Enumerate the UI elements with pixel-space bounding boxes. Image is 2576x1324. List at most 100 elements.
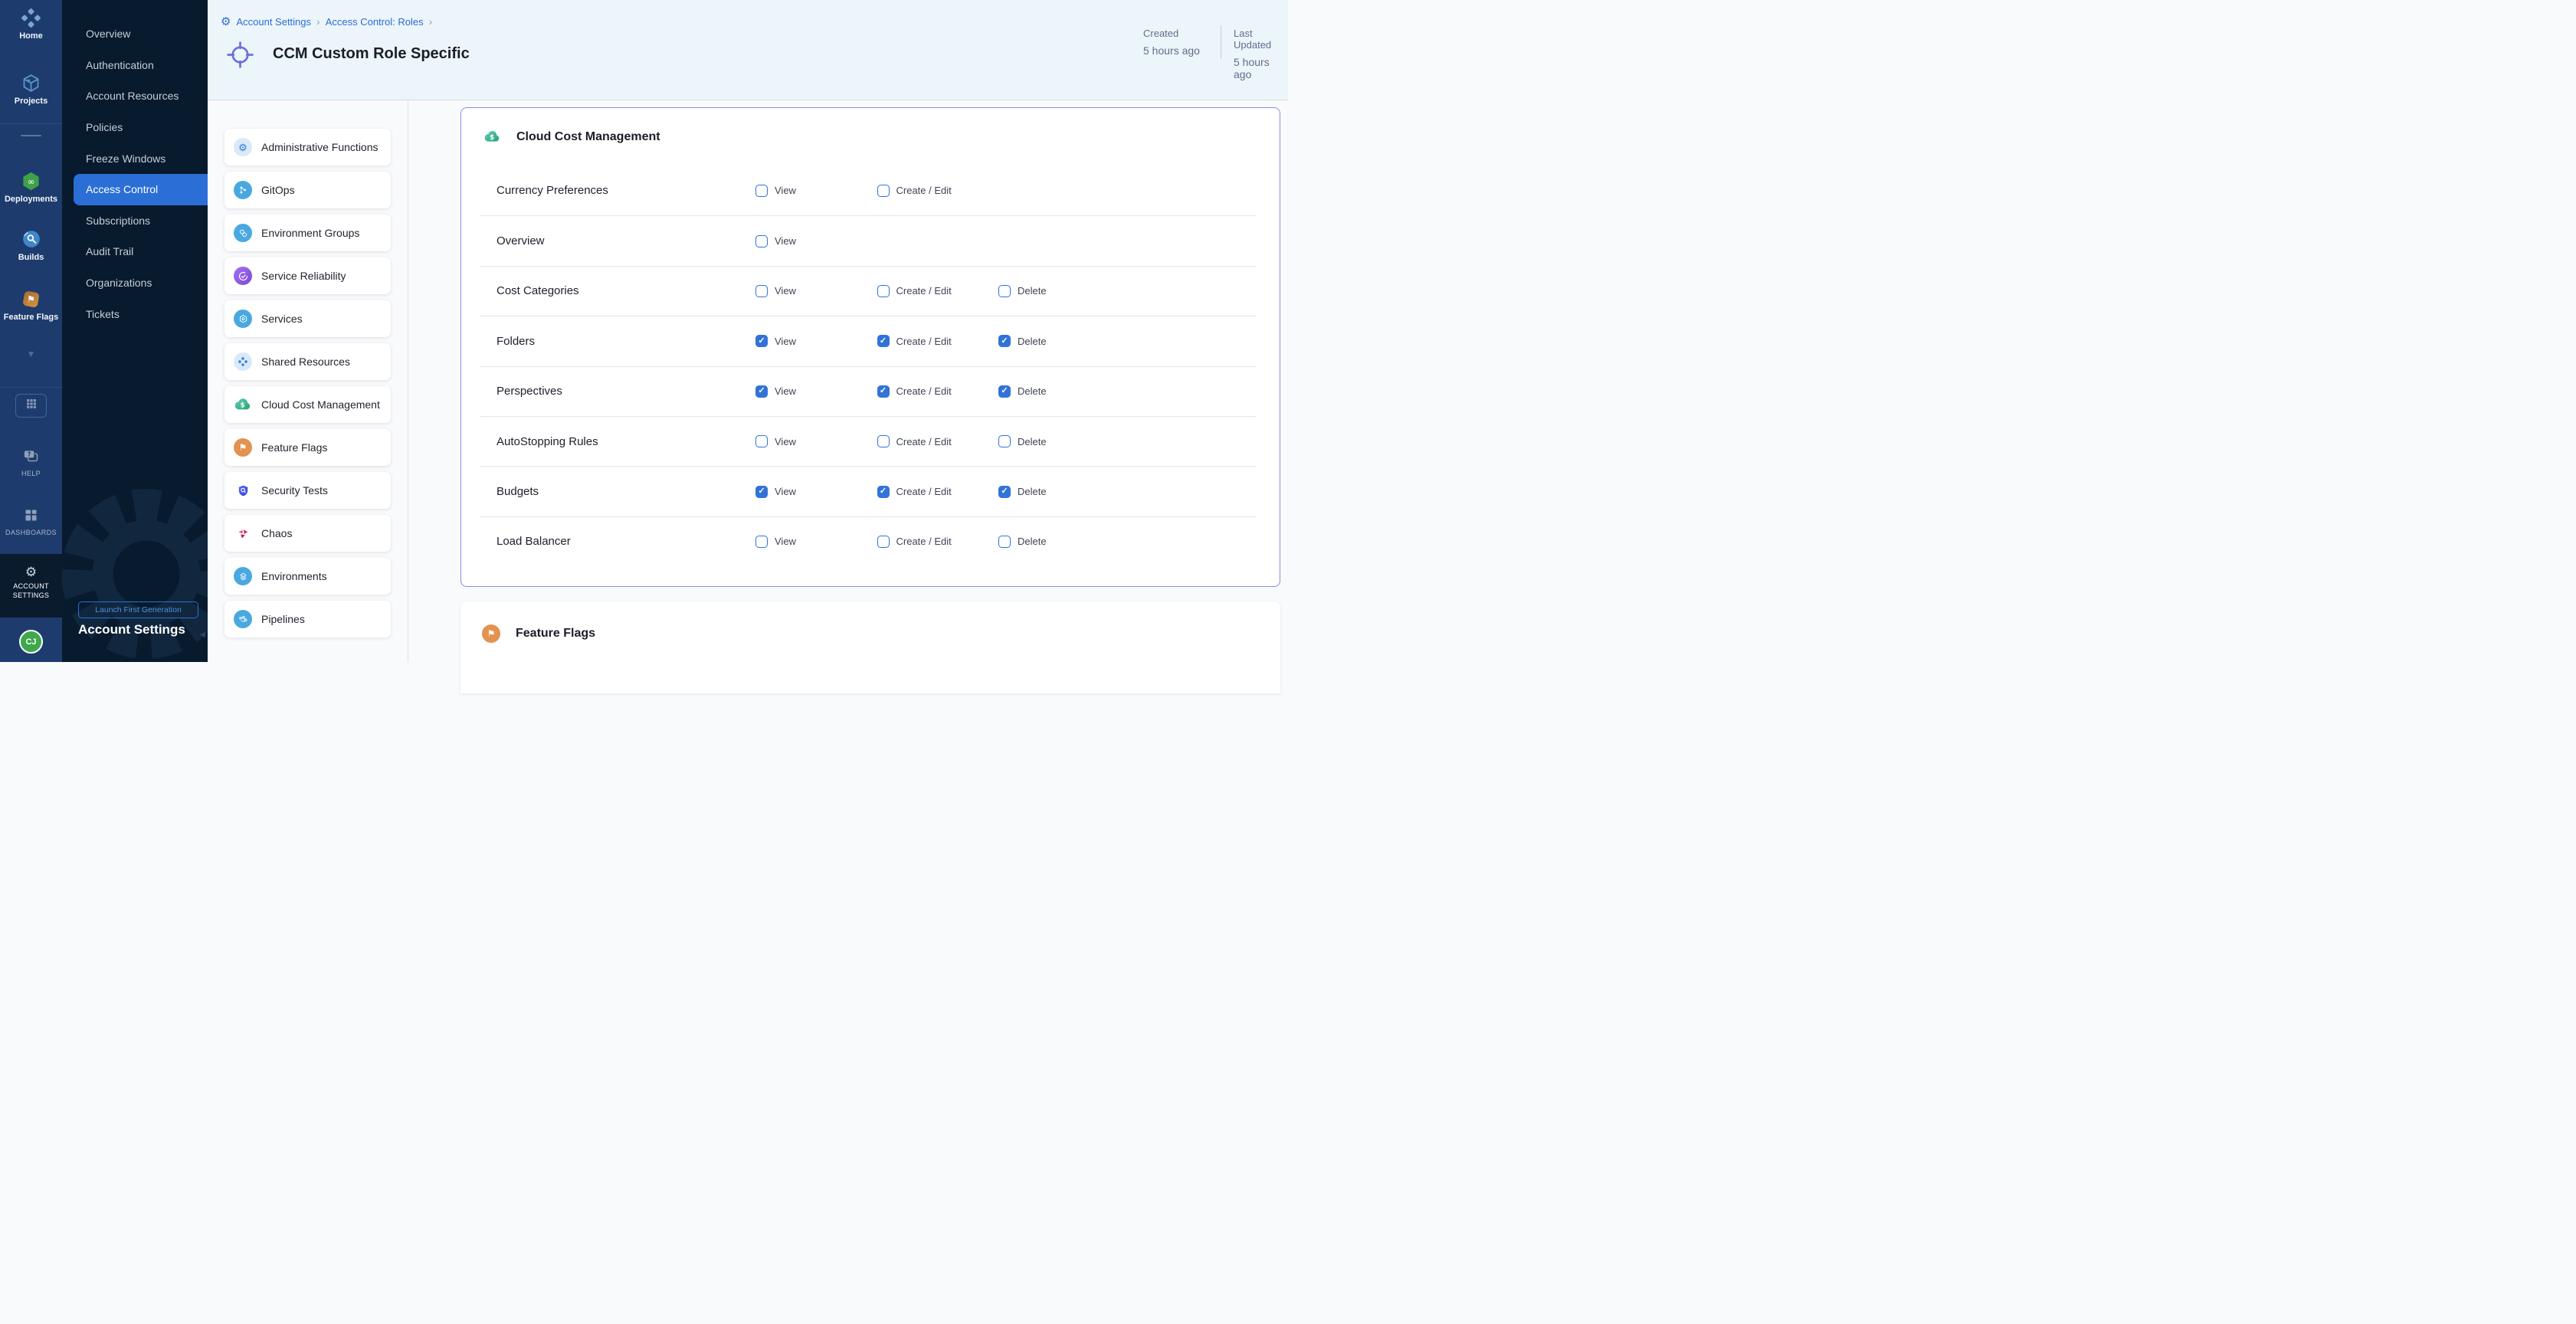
permission-rows: Currency PreferencesViewCreate / EditOve… — [461, 166, 1280, 566]
collapse-sidenav-icon[interactable]: ◀ — [199, 631, 205, 639]
rail-divider — [0, 123, 62, 124]
permission-checkbox-label: Create / Edit — [896, 385, 952, 397]
resource-category-label: Environment Groups — [261, 227, 359, 239]
permission-checkbox[interactable] — [755, 385, 768, 398]
rail-label: ACCOUNT — [0, 582, 62, 591]
resource-category-service-reliability[interactable]: Service Reliability — [224, 257, 391, 294]
page-title: CCM Custom Role Specific — [273, 45, 470, 63]
resource-category-label: Pipelines — [261, 613, 305, 625]
permission-checkbox[interactable] — [877, 335, 890, 347]
permission-checkbox[interactable] — [877, 486, 890, 498]
svg-text:$: $ — [490, 134, 494, 142]
launch-first-generation-button[interactable]: Launch First Generation — [78, 601, 198, 618]
permission-checkbox[interactable] — [998, 486, 1011, 498]
breadcrumb-gear-icon[interactable]: ⚙ — [221, 16, 231, 28]
rail-dashboards[interactable]: DASHBOARDS — [0, 504, 62, 536]
permission-row-folders: FoldersViewCreate / EditDelete — [480, 316, 1257, 365]
feature-flags-section-title: Feature Flags — [516, 627, 595, 641]
sidebar-item-authentication[interactable]: Authentication — [62, 50, 208, 81]
created-label: Created — [1143, 28, 1200, 39]
sidebar-item-account-resources[interactable]: Account Resources — [62, 80, 208, 112]
services-icon — [234, 310, 252, 328]
permission-checkbox[interactable] — [998, 335, 1011, 347]
panel-area: $ Cloud Cost Management Currency Prefere… — [408, 100, 1288, 662]
resource-category-cloud-cost-management[interactable]: $Cloud Cost Management — [224, 386, 391, 423]
rail-divider — [0, 387, 62, 388]
permission-checkbox[interactable] — [755, 536, 768, 548]
resource-category-label: Service Reliability — [261, 270, 346, 282]
resource-category-security-tests[interactable]: Security Tests — [224, 472, 391, 509]
cloud-cost-management-icon: $ — [234, 395, 252, 414]
resource-category-chaos[interactable]: Chaos — [224, 515, 391, 552]
permission-checkbox-label: View — [775, 336, 796, 347]
sidebar-item-subscriptions[interactable]: Subscriptions — [62, 205, 208, 237]
sidebar-item-tickets[interactable]: Tickets — [62, 298, 208, 329]
module-picker-button[interactable] — [15, 394, 47, 418]
permission-checkbox[interactable] — [755, 335, 768, 347]
permission-checkbox-label: Delete — [1018, 285, 1047, 297]
sidebar-item-policies[interactable]: Policies — [62, 112, 208, 143]
rail-help[interactable]: ? HELP — [0, 445, 62, 477]
avatar[interactable]: CJ — [19, 630, 43, 654]
permission-checkbox[interactable] — [755, 435, 768, 447]
breadcrumb-separator: › — [316, 15, 320, 28]
breadcrumb-account-settings[interactable]: Account Settings — [236, 16, 311, 28]
permission-checkbox[interactable] — [877, 285, 890, 297]
permission-checkbox[interactable] — [877, 385, 890, 398]
breadcrumb-separator: › — [429, 15, 433, 28]
permission-checkbox[interactable] — [877, 435, 890, 447]
resource-category-gitops[interactable]: GitOps — [224, 172, 391, 208]
sidebar-item-audit-trail[interactable]: Audit Trail — [62, 236, 208, 267]
apps-grid-icon — [25, 398, 38, 414]
rail-more-modules[interactable]: ▼ — [0, 343, 62, 365]
permission-row-label: Currency Preferences — [497, 184, 755, 197]
permission-checkbox[interactable] — [998, 385, 1011, 398]
rail-module-projects[interactable]: Projects — [0, 72, 62, 106]
feature-flags-section: ⚑ Feature Flags — [460, 601, 1280, 693]
pipelines-icon — [234, 610, 252, 628]
permission-checkbox[interactable] — [998, 536, 1011, 548]
sidebar-item-access-control[interactable]: Access Control — [74, 174, 208, 205]
rail-module-builds[interactable]: Builds — [0, 228, 62, 262]
sidebar-item-overview[interactable]: Overview — [62, 18, 208, 50]
sidebar-item-organizations[interactable]: Organizations — [62, 267, 208, 299]
last-updated-label: Last Updated — [1234, 28, 1288, 51]
module-rail: Home Projects ∞ Deployments — [0, 0, 62, 662]
permission-checkbox[interactable] — [877, 185, 890, 197]
security-tests-icon — [234, 481, 252, 500]
permission-row-label: Overview — [497, 234, 755, 247]
app-root: Home Projects ∞ Deployments — [0, 0, 1288, 662]
sidebar-item-freeze-windows[interactable]: Freeze Windows — [62, 143, 208, 174]
service-reliability-icon — [234, 267, 252, 285]
permission-checkbox[interactable] — [755, 486, 768, 498]
resource-category-services[interactable]: Services — [224, 300, 391, 337]
panel-title: Cloud Cost Management — [516, 130, 660, 144]
permission-checkbox[interactable] — [755, 285, 768, 297]
resource-category-shared-resources[interactable]: Shared Resources — [224, 343, 391, 380]
main-content: ⚙ Account Settings › Access Control: Rol… — [208, 0, 1288, 662]
resource-category-pipelines[interactable]: Pipelines — [224, 601, 391, 637]
rail-account-settings[interactable]: ⚙ ACCOUNT SETTINGS — [0, 554, 62, 618]
permission-view: View — [755, 285, 877, 297]
permission-checkbox[interactable] — [755, 235, 768, 247]
rail-module-home[interactable]: Home — [0, 7, 62, 41]
resource-category-environment-groups[interactable]: Environment Groups — [224, 215, 391, 251]
permission-checkbox[interactable] — [998, 285, 1011, 297]
permission-checkbox[interactable] — [877, 536, 890, 548]
permission-checkbox[interactable] — [998, 435, 1011, 447]
permission-create-edit: Create / Edit — [877, 385, 999, 398]
dashboards-icon — [0, 504, 62, 526]
permission-checkbox-label: Delete — [1018, 486, 1047, 497]
shared-resources-icon — [234, 352, 252, 371]
resource-category-feature-flags[interactable]: ⚑Feature Flags — [224, 429, 391, 466]
rail-module-feature-flags[interactable]: ⚑ Feature Flags — [0, 288, 62, 322]
permission-checkbox[interactable] — [755, 185, 768, 197]
permission-checkbox-label: Create / Edit — [896, 536, 952, 547]
permission-row-currency-preferences: Currency PreferencesViewCreate / Edit — [480, 166, 1257, 215]
rail-module-deployments[interactable]: ∞ Deployments — [0, 170, 62, 204]
resource-category-label: GitOps — [261, 184, 295, 196]
permission-view: View — [755, 385, 877, 398]
breadcrumb-access-control-roles[interactable]: Access Control: Roles — [326, 16, 424, 28]
resource-category-administrative-functions[interactable]: ⚙Administrative Functions — [224, 129, 391, 166]
resource-category-environments[interactable]: Environments — [224, 558, 391, 595]
